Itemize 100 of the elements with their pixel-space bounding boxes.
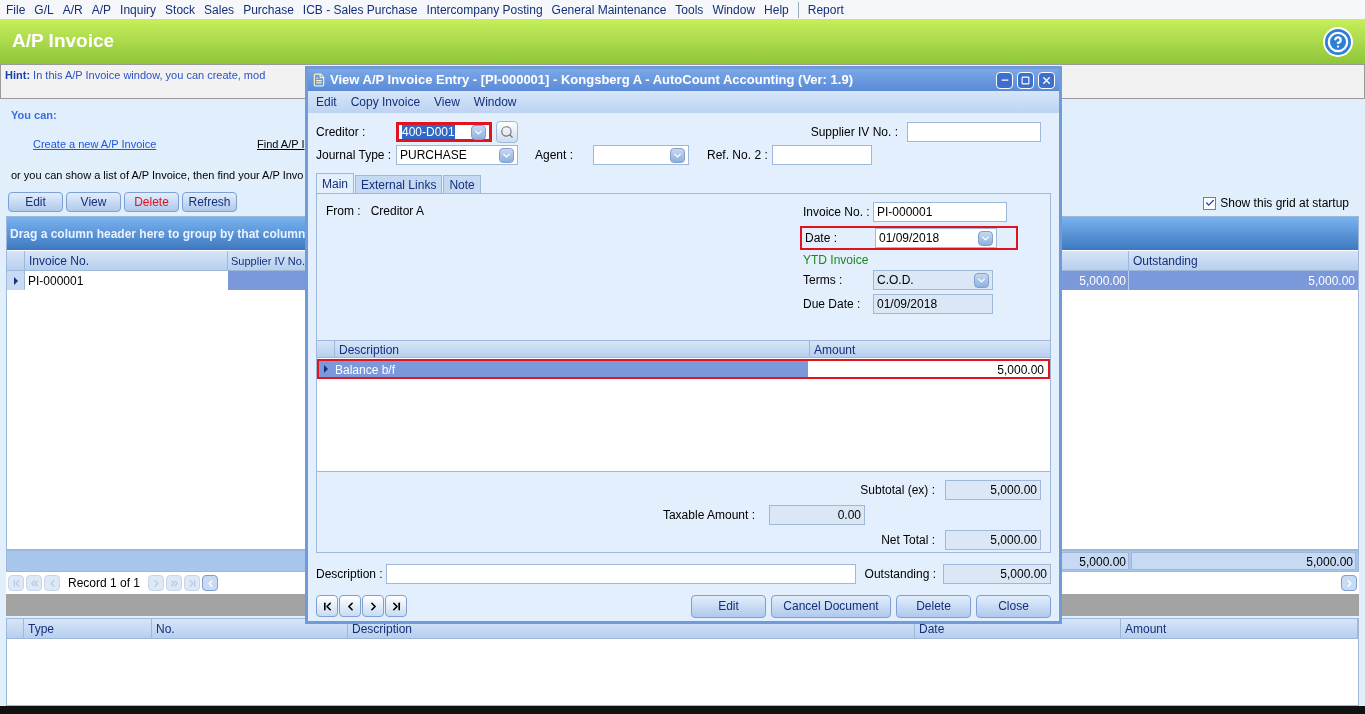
- dropdown-button[interactable]: [670, 147, 686, 163]
- column-header: Description: [335, 341, 810, 357]
- next-page-button[interactable]: [166, 575, 183, 592]
- tab[interactable]: Note: [443, 175, 481, 193]
- field-label: Journal Type :: [316, 147, 393, 164]
- dropdown-button[interactable]: [471, 124, 486, 140]
- menu-item[interactable]: Window: [712, 0, 756, 19]
- next-record-button[interactable]: [148, 575, 165, 592]
- supplier-iv-field[interactable]: [907, 122, 1041, 142]
- toolbar-button[interactable]: Edit: [8, 192, 63, 213]
- due-date-field[interactable]: 01/09/2018: [873, 294, 993, 314]
- group-hint: Drag a column header here to group by that column: [10, 225, 306, 243]
- dialog-button[interactable]: Edit: [691, 594, 766, 618]
- line-item-row[interactable]: Balance b/f 5,000.00: [317, 359, 1050, 379]
- menu-item[interactable]: Help: [764, 0, 789, 19]
- row-indicator-icon: [324, 365, 328, 373]
- page-title: A/P Invoice: [12, 29, 116, 54]
- search-button[interactable]: [496, 121, 518, 143]
- dropdown-button[interactable]: [974, 272, 989, 288]
- menu-item[interactable]: Stock: [165, 0, 196, 19]
- toolbar-button[interactable]: Refresh: [182, 192, 237, 213]
- document-icon: [312, 73, 326, 87]
- outstanding-field[interactable]: 5,000.00: [943, 564, 1051, 584]
- menu-item[interactable]: Window: [473, 93, 517, 111]
- field-label: Invoice No. :: [803, 204, 871, 221]
- date-picker[interactable]: 01/09/2018: [875, 228, 997, 248]
- menu-item[interactable]: Purchase: [243, 0, 294, 19]
- agent-dropdown[interactable]: [593, 145, 690, 165]
- column-header: Supplier IV No.: [231, 253, 305, 269]
- menu-item[interactable]: Sales: [204, 0, 235, 19]
- checkbox-label: Show this grid at startup: [1220, 195, 1349, 213]
- menu-item[interactable]: General Maintenance: [551, 0, 667, 19]
- menu-item[interactable]: Tools: [675, 0, 704, 19]
- previous-page-button[interactable]: [26, 575, 42, 592]
- record-nav-button[interactable]: [385, 595, 407, 617]
- footer-total: 5,000.00: [1131, 552, 1356, 571]
- field-label: Description :: [316, 566, 384, 583]
- menu-item[interactable]: A/P: [91, 0, 112, 19]
- dialog-button[interactable]: Close: [976, 594, 1051, 618]
- field-label: Outstanding :: [864, 566, 936, 583]
- description-field[interactable]: [386, 564, 856, 584]
- footer-total: 5,000.00: [1061, 552, 1129, 571]
- record-nav-button[interactable]: [339, 595, 361, 617]
- menu-item[interactable]: G/L: [34, 0, 54, 19]
- help-button[interactable]: [1323, 26, 1353, 57]
- menu-item[interactable]: View: [434, 93, 460, 111]
- first-record-button[interactable]: [8, 575, 24, 592]
- subtotal-field[interactable]: 5,000.00: [945, 480, 1041, 500]
- field-label: Subtotal (ex) :: [860, 482, 935, 499]
- tab[interactable]: External Links: [355, 175, 443, 193]
- creditor-name: Creditor A: [370, 203, 425, 220]
- menu-item[interactable]: Copy Invoice: [350, 93, 421, 111]
- field-label: Due Date :: [803, 296, 862, 313]
- field-label: Ref. No. 2 :: [707, 147, 768, 164]
- menu-item[interactable]: Edit: [316, 93, 337, 111]
- dialog-button[interactable]: Delete: [896, 594, 971, 618]
- creditor-field[interactable]: 400-D001: [396, 122, 492, 142]
- net-total-field[interactable]: 5,000.00: [945, 530, 1041, 550]
- column-header: Type: [24, 619, 152, 639]
- scroll-left-button[interactable]: [202, 575, 219, 592]
- ref-no-2-field[interactable]: [771, 145, 872, 165]
- taxable-amount-field[interactable]: 0.00: [769, 505, 865, 525]
- journal-type-dropdown[interactable]: PURCHASE: [396, 145, 518, 165]
- instruction-text: or you can show a list of A/P Invoice, then find your A/P Invo: [11, 167, 304, 183]
- checkbox[interactable]: [1203, 196, 1217, 210]
- minimize-button[interactable]: [996, 71, 1013, 89]
- menu-item[interactable]: Intercompany Posting: [426, 0, 543, 19]
- invoice-no-field[interactable]: PI-000001: [873, 202, 1007, 222]
- table-cell-text: Balance b/f: [334, 362, 397, 377]
- menu-item[interactable]: Inquiry: [120, 0, 157, 19]
- last-record-button[interactable]: [184, 575, 201, 592]
- terms-dropdown[interactable]: C.O.D.: [873, 270, 993, 290]
- table-cell-text: 5,000.00: [1307, 272, 1356, 290]
- close-icon: [1041, 74, 1052, 86]
- menu-item[interactable]: Report: [807, 0, 844, 19]
- record-nav-button[interactable]: [316, 595, 338, 617]
- field-label: Taxable Amount :: [662, 507, 755, 524]
- maximize-button[interactable]: [1017, 71, 1034, 89]
- field-label: Net Total :: [881, 532, 935, 549]
- create-invoice-link[interactable]: Create a new A/P Invoice: [33, 136, 257, 153]
- record-nav-button[interactable]: [362, 595, 384, 617]
- find-invoice-link[interactable]: Find A/P I: [257, 136, 305, 153]
- dropdown-button[interactable]: [978, 230, 993, 246]
- field-label: Date :: [805, 230, 838, 247]
- menu-item[interactable]: A/R: [62, 0, 83, 19]
- field-label: Creditor :: [316, 124, 367, 141]
- table-cell: PI-000001: [25, 271, 228, 291]
- table-cell: 5,000.00: [808, 361, 1048, 377]
- previous-record-button[interactable]: [44, 575, 60, 592]
- menu-item[interactable]: ICB - Sales Purchase: [302, 0, 418, 19]
- search-icon: [500, 125, 514, 139]
- scroll-right-button[interactable]: [1341, 575, 1357, 592]
- toolbar-button[interactable]: View: [66, 192, 121, 213]
- field-label: Agent :: [535, 147, 574, 164]
- tab[interactable]: Main: [316, 173, 354, 193]
- dialog-button[interactable]: Cancel Document: [771, 594, 891, 618]
- dropdown-button[interactable]: [499, 147, 514, 163]
- menu-item[interactable]: File: [6, 0, 26, 19]
- close-button[interactable]: [1038, 71, 1055, 89]
- field-label: Terms :: [803, 272, 844, 289]
